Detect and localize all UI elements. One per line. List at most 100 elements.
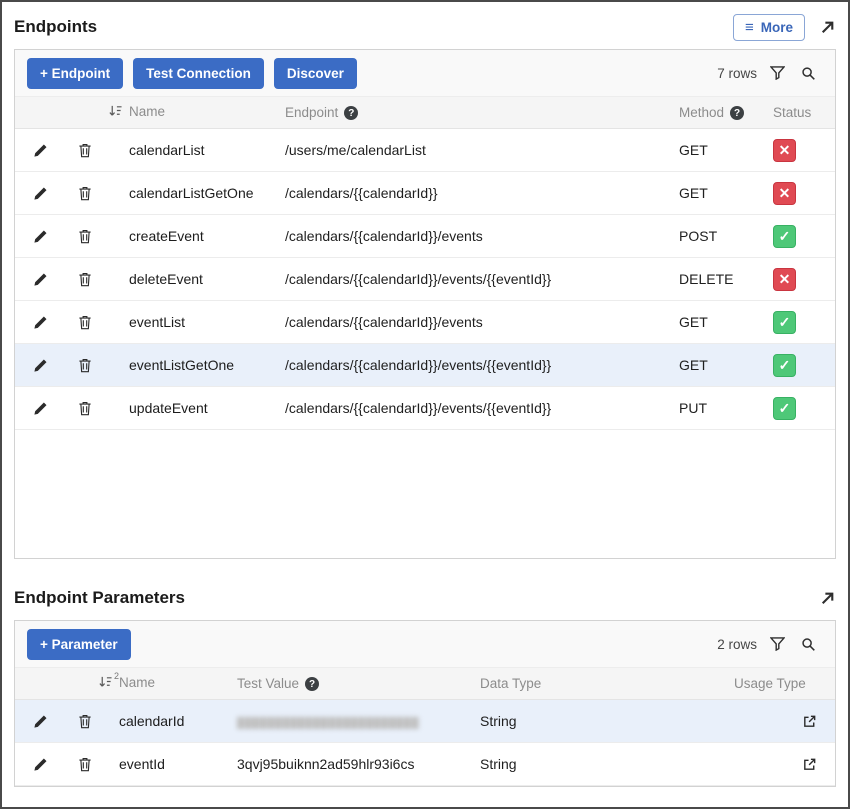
endpoints-header-row: Name Endpoint? Method? Status <box>15 97 836 129</box>
endpoint-row[interactable]: eventList/calendars/{{calendarId}}/event… <box>15 301 836 344</box>
endpoint-method: PUT <box>655 387 749 430</box>
method-column-header: Method? <box>655 97 749 129</box>
edit-button[interactable] <box>29 183 52 204</box>
status-error-icon: ✕ <box>773 139 796 162</box>
delete-button[interactable] <box>74 226 96 247</box>
parameters-row-count: 2 rows <box>717 637 757 652</box>
name-column-header[interactable]: 2Name <box>105 668 225 700</box>
delete-button[interactable] <box>74 269 96 290</box>
endpoint-row[interactable]: eventListGetOne/calendars/{{calendarId}}… <box>15 344 836 387</box>
edit-button[interactable] <box>29 226 52 247</box>
sort-order-badge: 2 <box>114 671 119 681</box>
status-column-header: Status <box>749 97 836 129</box>
endpoint-method: GET <box>655 129 749 172</box>
edit-button[interactable] <box>29 754 52 775</box>
usage-type-column-header: Usage Type <box>720 668 836 700</box>
name-column-header[interactable]: Name <box>105 97 265 129</box>
edit-button[interactable] <box>29 312 52 333</box>
endpoint-help-icon[interactable]: ? <box>344 106 358 120</box>
more-button[interactable]: ≡ More <box>733 14 805 41</box>
endpoint-path: /calendars/{{calendarId}}/events/{{event… <box>265 258 655 301</box>
endpoint-method: GET <box>655 301 749 344</box>
delete-button[interactable] <box>74 398 96 419</box>
endpoints-table: Name Endpoint? Method? Status calendarLi… <box>15 96 836 430</box>
endpoint-name: deleteEvent <box>105 258 265 301</box>
endpoint-row[interactable]: calendarList/users/me/calendarListGET ✕ <box>15 129 836 172</box>
delete-button[interactable] <box>74 711 96 732</box>
parameter-name: calendarId <box>105 700 225 743</box>
parameters-header: Endpoint Parameters <box>14 579 836 617</box>
page: Endpoints ≡ More + Endpoint Test Connect… <box>2 2 848 787</box>
endpoint-method: POST <box>655 215 749 258</box>
delete-button[interactable] <box>74 183 96 204</box>
status-ok-icon: ✓ <box>773 397 796 420</box>
delete-button[interactable] <box>74 355 96 376</box>
sort-icon[interactable] <box>108 104 123 121</box>
status-ok-icon: ✓ <box>773 225 796 248</box>
search-icon[interactable] <box>798 66 819 81</box>
method-help-icon[interactable]: ? <box>730 106 744 120</box>
parameters-title: Endpoint Parameters <box>14 588 185 608</box>
delete-button[interactable] <box>74 754 96 775</box>
endpoint-row[interactable]: createEvent/calendars/{{calendarId}}/eve… <box>15 215 836 258</box>
status-error-icon: ✕ <box>773 268 796 291</box>
add-parameter-button[interactable]: + Parameter <box>27 629 131 660</box>
data-type-column-header: Data Type <box>470 668 720 700</box>
delete-column-header <box>65 97 105 129</box>
expand-endpoints-icon[interactable] <box>819 19 836 36</box>
endpoints-toolbar: + Endpoint Test Connection Discover 7 ro… <box>15 50 835 96</box>
endpoint-name: eventList <box>105 301 265 344</box>
edit-column-header <box>15 97 65 129</box>
status-error-icon: ✕ <box>773 182 796 205</box>
endpoint-row[interactable]: deleteEvent/calendars/{{calendarId}}/eve… <box>15 258 836 301</box>
edit-column-header <box>15 668 65 700</box>
delete-button[interactable] <box>74 312 96 333</box>
endpoint-method: DELETE <box>655 258 749 301</box>
more-button-label: More <box>761 20 793 35</box>
endpoint-path: /users/me/calendarList <box>265 129 655 172</box>
filter-icon[interactable] <box>767 637 788 651</box>
endpoint-column-header: Endpoint? <box>265 97 655 129</box>
delete-button[interactable] <box>74 140 96 161</box>
endpoint-row[interactable]: updateEvent/calendars/{{calendarId}}/eve… <box>15 387 836 430</box>
endpoint-path: /calendars/{{calendarId}}/events <box>265 301 655 344</box>
parameter-data-type: String <box>470 743 720 786</box>
test-value: 3qvj95buiknn2ad59hlr93i6cs <box>237 756 414 772</box>
endpoint-path: /calendars/{{calendarId}}/events/{{event… <box>265 344 655 387</box>
parameter-row[interactable]: eventId3qvj95buiknn2ad59hlr93i6csString <box>15 743 836 786</box>
endpoint-name: calendarList <box>105 129 265 172</box>
status-ok-icon: ✓ <box>773 311 796 334</box>
endpoints-header: Endpoints ≡ More <box>14 8 836 46</box>
usage-type-link-icon[interactable] <box>798 711 821 732</box>
endpoint-path: /calendars/{{calendarId}} <box>265 172 655 215</box>
endpoint-name: createEvent <box>105 215 265 258</box>
test-value-column-header: Test Value? <box>225 668 470 700</box>
menu-icon: ≡ <box>745 20 754 35</box>
edit-button[interactable] <box>29 140 52 161</box>
parameter-row[interactable]: calendarId ████████████████████████ String <box>15 700 836 743</box>
parameters-toolbar: + Parameter 2 rows <box>15 621 835 667</box>
test-value-help-icon[interactable]: ? <box>305 677 319 691</box>
test-value-redacted: ████████████████████████ <box>237 718 419 729</box>
expand-parameters-icon[interactable] <box>819 590 836 607</box>
filter-icon[interactable] <box>767 66 788 80</box>
parameter-data-type: String <box>470 700 720 743</box>
endpoint-path: /calendars/{{calendarId}}/events/{{event… <box>265 387 655 430</box>
sort-icon[interactable]: 2 <box>98 675 113 692</box>
add-endpoint-button[interactable]: + Endpoint <box>27 58 123 89</box>
discover-button[interactable]: Discover <box>274 58 357 89</box>
endpoint-method: GET <box>655 344 749 387</box>
endpoint-name: updateEvent <box>105 387 265 430</box>
endpoint-row[interactable]: calendarListGetOne/calendars/{{calendarI… <box>15 172 836 215</box>
edit-button[interactable] <box>29 355 52 376</box>
edit-button[interactable] <box>29 711 52 732</box>
parameters-header-row: 2Name Test Value? Data Type Usage Type <box>15 668 836 700</box>
endpoint-name: eventListGetOne <box>105 344 265 387</box>
edit-button[interactable] <box>29 269 52 290</box>
usage-type-link-icon[interactable] <box>798 754 821 775</box>
endpoint-method: GET <box>655 172 749 215</box>
search-icon[interactable] <box>798 637 819 652</box>
test-connection-button[interactable]: Test Connection <box>133 58 264 89</box>
endpoints-row-count: 7 rows <box>717 66 757 81</box>
edit-button[interactable] <box>29 398 52 419</box>
